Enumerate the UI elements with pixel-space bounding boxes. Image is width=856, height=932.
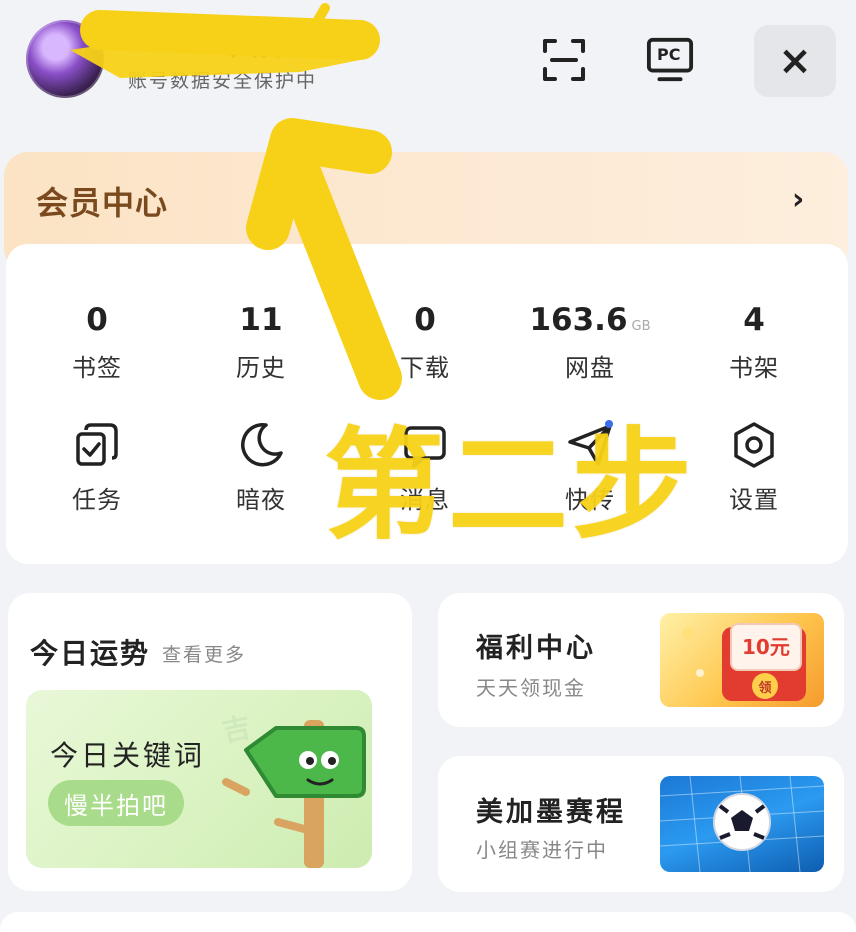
tool-label: 任务: [72, 486, 122, 514]
stat-history[interactable]: 11 历史: [181, 302, 341, 383]
pc-label: PC: [657, 45, 681, 64]
task-icon: [76, 423, 118, 466]
stat-value: 4: [743, 302, 765, 338]
red-envelope-amount: 10元: [742, 635, 790, 659]
stat-label: 书签: [72, 354, 122, 382]
member-center-title: 会员中心: [36, 184, 169, 222]
soccer-ball-image: [660, 776, 824, 872]
step-annotation-text: 第二步: [324, 417, 696, 556]
close-icon: ×: [778, 38, 812, 84]
stat-cloud-drive[interactable]: 163.6 GB 网盘: [510, 302, 670, 383]
next-card-edge: [0, 912, 856, 932]
keyword-label: 今日关键词: [50, 739, 206, 772]
tool-settings[interactable]: 设置: [674, 420, 834, 515]
tool-task[interactable]: 任务: [17, 420, 177, 515]
tool-label: 暗夜: [236, 486, 286, 514]
tool-dark-mode[interactable]: 暗夜: [181, 420, 341, 515]
stat-value: 163.6: [529, 302, 628, 338]
keyword-panel[interactable]: 吉: [26, 690, 372, 868]
tool-label: 设置: [729, 486, 779, 514]
stat-label: 下载: [400, 354, 450, 382]
stat-value: 0: [414, 302, 436, 338]
welfare-subtitle: 天天领现金: [476, 676, 586, 700]
stat-label: 网盘: [565, 354, 615, 382]
fortune-title: 今日运势: [30, 637, 151, 670]
scan-icon[interactable]: [540, 36, 588, 84]
avatar[interactable]: [26, 20, 104, 98]
moon-icon: [241, 422, 283, 467]
stat-bookmarks[interactable]: 0 书签: [17, 302, 177, 383]
welfare-title: 福利中心: [476, 633, 596, 664]
stat-label: 书架: [729, 354, 779, 382]
stat-value: 11: [239, 302, 283, 338]
stat-unit: GB: [631, 319, 651, 334]
signpost-illustration: [222, 720, 366, 868]
username: 大掉: [230, 29, 291, 62]
stat-label: 历史: [236, 354, 286, 382]
close-button[interactable]: ×: [754, 25, 836, 97]
settings-icon: [734, 422, 774, 468]
stat-bookshelf[interactable]: 4 书架: [674, 302, 834, 383]
chevron-right-icon[interactable]: ›: [792, 182, 804, 217]
match-title: 美加墨赛程: [476, 797, 626, 828]
stat-value: 0: [86, 302, 108, 338]
match-subtitle: 小组赛进行中: [476, 838, 608, 862]
fortune-more-link[interactable]: 查看更多: [162, 640, 246, 667]
red-envelope-tag: 领: [752, 673, 778, 699]
stat-downloads[interactable]: 0 下载: [345, 302, 505, 383]
account-security-subtitle: 账号数据安全保护中: [128, 70, 318, 92]
pc-icon[interactable]: PC: [646, 36, 694, 84]
red-envelope-image: 10元 领: [660, 613, 824, 707]
keyword-pill: 慢半拍吧: [48, 780, 184, 826]
